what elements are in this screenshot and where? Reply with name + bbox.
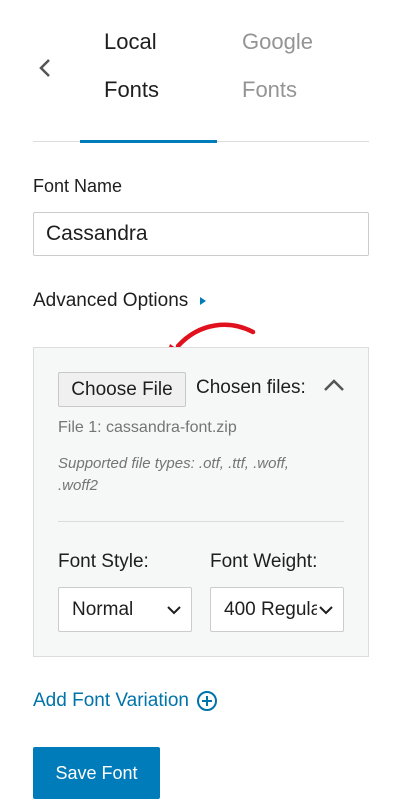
font-source-tabs: Local Fonts Google Fonts xyxy=(33,0,369,143)
chosen-files-label: Chosen files: xyxy=(196,377,306,398)
tab-local-fonts[interactable]: Local Fonts xyxy=(104,18,159,114)
chevron-up-icon xyxy=(324,379,344,391)
tab-local-line2: Fonts xyxy=(104,77,160,102)
font-weight-value: 400 Regular xyxy=(224,598,328,620)
advanced-options-label: Advanced Options xyxy=(33,290,189,311)
font-style-label: Font Style: xyxy=(58,551,149,572)
save-font-button[interactable]: Save Font xyxy=(33,747,160,799)
collapse-button[interactable] xyxy=(322,374,346,398)
font-style-value: Normal xyxy=(72,598,134,620)
chevron-left-icon xyxy=(39,59,50,77)
font-name-label: Font Name xyxy=(33,176,123,196)
add-font-variation-label: Add Font Variation xyxy=(33,690,189,711)
chevron-down-icon xyxy=(165,601,183,619)
chevron-down-icon xyxy=(317,601,335,619)
tab-google-line1: Google xyxy=(242,29,313,54)
font-style-select[interactable]: Normal xyxy=(58,587,192,632)
font-weight-select[interactable]: 400 Regular xyxy=(210,587,344,632)
tab-google-fonts[interactable]: Google Fonts xyxy=(242,18,313,114)
tab-google-line2: Fonts xyxy=(242,77,298,102)
advanced-options-toggle[interactable]: Advanced Options xyxy=(33,290,207,312)
caret-right-icon xyxy=(200,297,207,305)
font-name-input[interactable] xyxy=(33,212,369,256)
back-button[interactable] xyxy=(33,52,57,84)
panel-divider xyxy=(58,521,344,522)
add-font-variation-link[interactable]: Add Font Variation xyxy=(33,690,218,712)
tab-local-line1: Local xyxy=(104,29,157,54)
choose-file-button[interactable]: Choose File xyxy=(58,372,186,407)
uploaded-file-name: File 1: cassandra-font.zip xyxy=(58,419,237,436)
font-weight-label: Font Weight: xyxy=(210,551,318,572)
plus-circle-icon xyxy=(196,691,217,711)
supported-file-types: Supported file types: .otf, .ttf, .woff,… xyxy=(58,455,289,494)
active-tab-indicator xyxy=(80,140,217,143)
